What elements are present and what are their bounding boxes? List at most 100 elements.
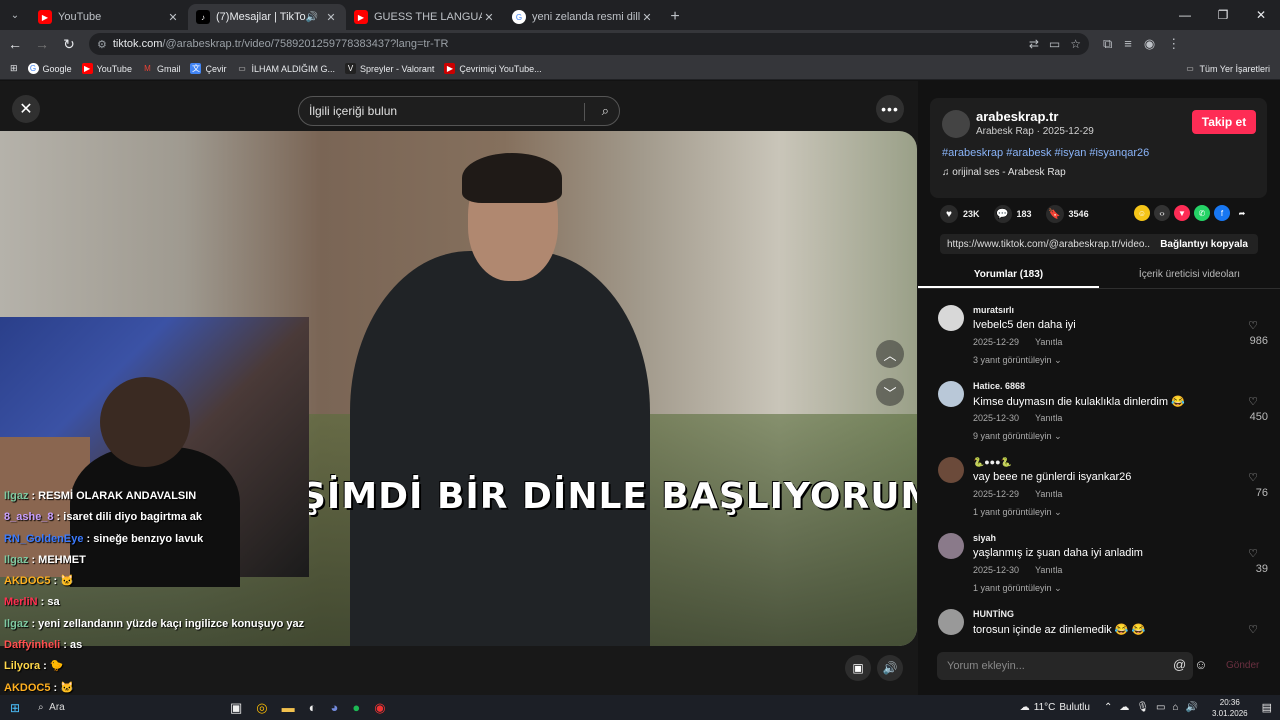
whatsapp-icon[interactable]: ✆ <box>1194 205 1210 221</box>
view-replies-button[interactable]: 3 yanıt görüntüleyin ⌄ <box>973 355 1062 366</box>
forward-icon[interactable]: → <box>30 32 54 56</box>
floating-player-icon[interactable]: ▣ <box>845 655 871 681</box>
bookmark-valorant[interactable]: V Spreyler - Valorant <box>345 63 434 74</box>
bookmark-youtube-online[interactable]: ▶ Çevrimiçi YouTube... <box>444 63 542 74</box>
search-input[interactable]: İlgili içeriği bulun ⌕ <box>298 96 620 126</box>
reply-button[interactable]: Yanıtla <box>1035 565 1062 575</box>
bookmark-star-icon[interactable]: ☆ <box>1070 37 1081 51</box>
reload-icon[interactable]: ↻ <box>57 32 81 56</box>
tab-youtube[interactable]: ▶ YouTube ✕ <box>30 4 188 30</box>
bookmark-gmail[interactable]: M Gmail <box>142 63 180 74</box>
avatar[interactable] <box>938 457 964 483</box>
embed-icon[interactable]: ‹› <box>1154 205 1170 221</box>
cast-icon[interactable]: ▭ <box>1049 37 1060 51</box>
share-arrow-icon[interactable]: ➦ <box>1234 205 1250 221</box>
bookmark-youtube[interactable]: ▶ YouTube <box>81 63 132 74</box>
close-window-icon[interactable]: ✕ <box>1242 0 1280 30</box>
next-video-button[interactable]: ﹀ <box>876 378 904 406</box>
app-icon[interactable]: ◐ <box>309 700 317 716</box>
reply-button[interactable]: Yanıtla <box>1035 489 1062 499</box>
taskbar-search[interactable]: ⌕ Ara <box>30 697 220 718</box>
more-options-button[interactable]: ••• <box>876 95 904 123</box>
close-tab-icon[interactable]: ✕ <box>166 11 180 24</box>
save-button[interactable]: 🔖 3546 <box>1045 205 1089 223</box>
emoji-icon[interactable]: ☺ <box>1194 657 1207 672</box>
menu-icon[interactable]: ⋮ <box>1167 36 1180 52</box>
media-icon[interactable]: ≡ <box>1124 36 1132 52</box>
bookmark-folder[interactable]: ▭ İLHAM ALDIĞIM G... <box>236 63 335 74</box>
speaker-icon[interactable]: 🔊 <box>1186 702 1198 713</box>
weather-widget[interactable]: ☁ 11°C Bulutlu <box>1020 702 1090 713</box>
task-view-icon[interactable]: ▣ <box>230 700 242 716</box>
windows-start-icon[interactable]: ⊞ <box>0 701 30 715</box>
tab-search-button[interactable]: ⌄ <box>0 0 30 30</box>
extensions-icon[interactable]: ⧉ <box>1103 36 1112 52</box>
restore-icon[interactable]: ❐ <box>1204 0 1242 30</box>
heart-outline-icon[interactable]: ♡ <box>1248 395 1258 408</box>
new-tab-button[interactable]: + <box>662 4 688 30</box>
comment-user[interactable]: 🐍●●●🐍 <box>973 457 1012 468</box>
close-video-button[interactable]: ✕ <box>12 95 40 123</box>
previous-video-button[interactable]: ︿ <box>876 340 904 368</box>
heart-outline-icon[interactable]: ♡ <box>1248 319 1258 332</box>
author-name[interactable]: arabeskrap.tr <box>976 109 1058 124</box>
heart-outline-icon[interactable]: ♡ <box>1248 471 1258 484</box>
view-replies-button[interactable]: 1 yanıt görüntüleyin ⌄ <box>973 583 1062 594</box>
profile-icon[interactable]: ◉ <box>1144 36 1155 52</box>
avatar[interactable] <box>938 305 964 331</box>
minimize-icon[interactable]: — <box>1166 0 1204 30</box>
avatar[interactable] <box>938 609 964 635</box>
send-comment-button[interactable]: Gönder <box>1226 660 1259 671</box>
cloud-icon[interactable]: ☁ <box>1119 702 1129 713</box>
obs-icon[interactable]: ◉ <box>374 700 385 716</box>
comment-user[interactable]: Hatice. 6868 <box>973 381 1025 391</box>
view-replies-button[interactable]: 1 yanıt görüntüleyin ⌄ <box>973 507 1062 518</box>
avatar[interactable] <box>938 533 964 559</box>
notification-icon[interactable]: ▤ <box>1262 701 1272 714</box>
close-tab-icon[interactable]: ✕ <box>640 11 654 24</box>
site-info-icon[interactable]: ⚙ <box>97 38 107 51</box>
chrome-icon[interactable]: ◎ <box>256 700 267 716</box>
volume-icon[interactable]: 🔊 <box>877 655 903 681</box>
repost-icon[interactable]: ☺ <box>1134 205 1150 221</box>
comment-user[interactable]: HUNTİNG <box>973 609 1014 619</box>
music-info[interactable]: ♫ orijinal ses - Arabesk Rap <box>942 167 1066 178</box>
heart-outline-icon[interactable]: ♡ <box>1248 623 1258 636</box>
tab-tiktok[interactable]: ♪ (7)Mesajlar | TikTok 🔊 ✕ <box>188 4 346 30</box>
spotify-icon[interactable]: ● <box>352 700 360 716</box>
heart-outline-icon[interactable]: ♡ <box>1248 547 1258 560</box>
follow-button[interactable]: Takip et <box>1192 110 1256 134</box>
close-tab-icon[interactable]: ✕ <box>482 11 496 24</box>
reply-button[interactable]: Yanıtla <box>1035 413 1062 423</box>
copy-link-button[interactable]: Bağlantıyı kopyala <box>1150 239 1258 250</box>
tab-google-search[interactable]: G yeni zelanda resmi dilleri maori ✕ <box>504 4 662 30</box>
address-bar[interactable]: ⚙ tiktok.com /@arabeskrap.tr/video/75892… <box>89 33 1089 55</box>
view-replies-button[interactable]: 9 yanıt görüntüleyin ⌄ <box>973 431 1062 442</box>
file-explorer-icon[interactable]: ▬ <box>282 700 295 716</box>
share-link-url[interactable]: https://www.tiktok.com/@arabeskrap.tr/vi… <box>940 239 1150 250</box>
chevron-up-icon[interactable]: ⌃ <box>1104 702 1112 713</box>
bookmark-translate[interactable]: 文 Çevir <box>190 63 226 74</box>
audio-icon[interactable]: 🔊 <box>306 12 318 23</box>
bookmark-google[interactable]: G Google <box>27 63 72 74</box>
comment-user[interactable]: siyah <box>973 533 996 543</box>
tab-guess-language[interactable]: ▶ GUESS THE LANGUAGE BY AUD ✕ <box>346 4 504 30</box>
hashtags[interactable]: #arabeskrap #arabesk #isyan #isyanqar26 <box>942 147 1149 159</box>
close-tab-icon[interactable]: ✕ <box>324 11 338 24</box>
discord-icon[interactable]: ◕ <box>331 700 339 716</box>
send-icon[interactable]: ▼ <box>1174 205 1190 221</box>
all-bookmarks[interactable]: ▭ Tüm Yer İşaretleri <box>1184 63 1270 74</box>
microphone-icon[interactable]: 🎙 <box>1136 702 1149 713</box>
back-icon[interactable]: ← <box>3 32 27 56</box>
tab-comments[interactable]: Yorumlar (183) <box>918 263 1099 288</box>
like-button[interactable]: ♥ 23K <box>940 205 980 223</box>
avatar[interactable] <box>942 110 970 138</box>
apps-icon[interactable]: ⊞ <box>10 63 18 74</box>
tab-creator-videos[interactable]: İçerik üreticisi videoları <box>1099 263 1280 288</box>
mention-icon[interactable]: @ <box>1173 657 1186 672</box>
battery-icon[interactable]: ▭ <box>1156 702 1165 713</box>
facebook-icon[interactable]: f <box>1214 205 1230 221</box>
reply-button[interactable]: Yanıtla <box>1035 337 1062 347</box>
search-icon[interactable]: ⌕ <box>602 103 609 119</box>
translate-icon[interactable]: ⇄ <box>1029 37 1039 51</box>
